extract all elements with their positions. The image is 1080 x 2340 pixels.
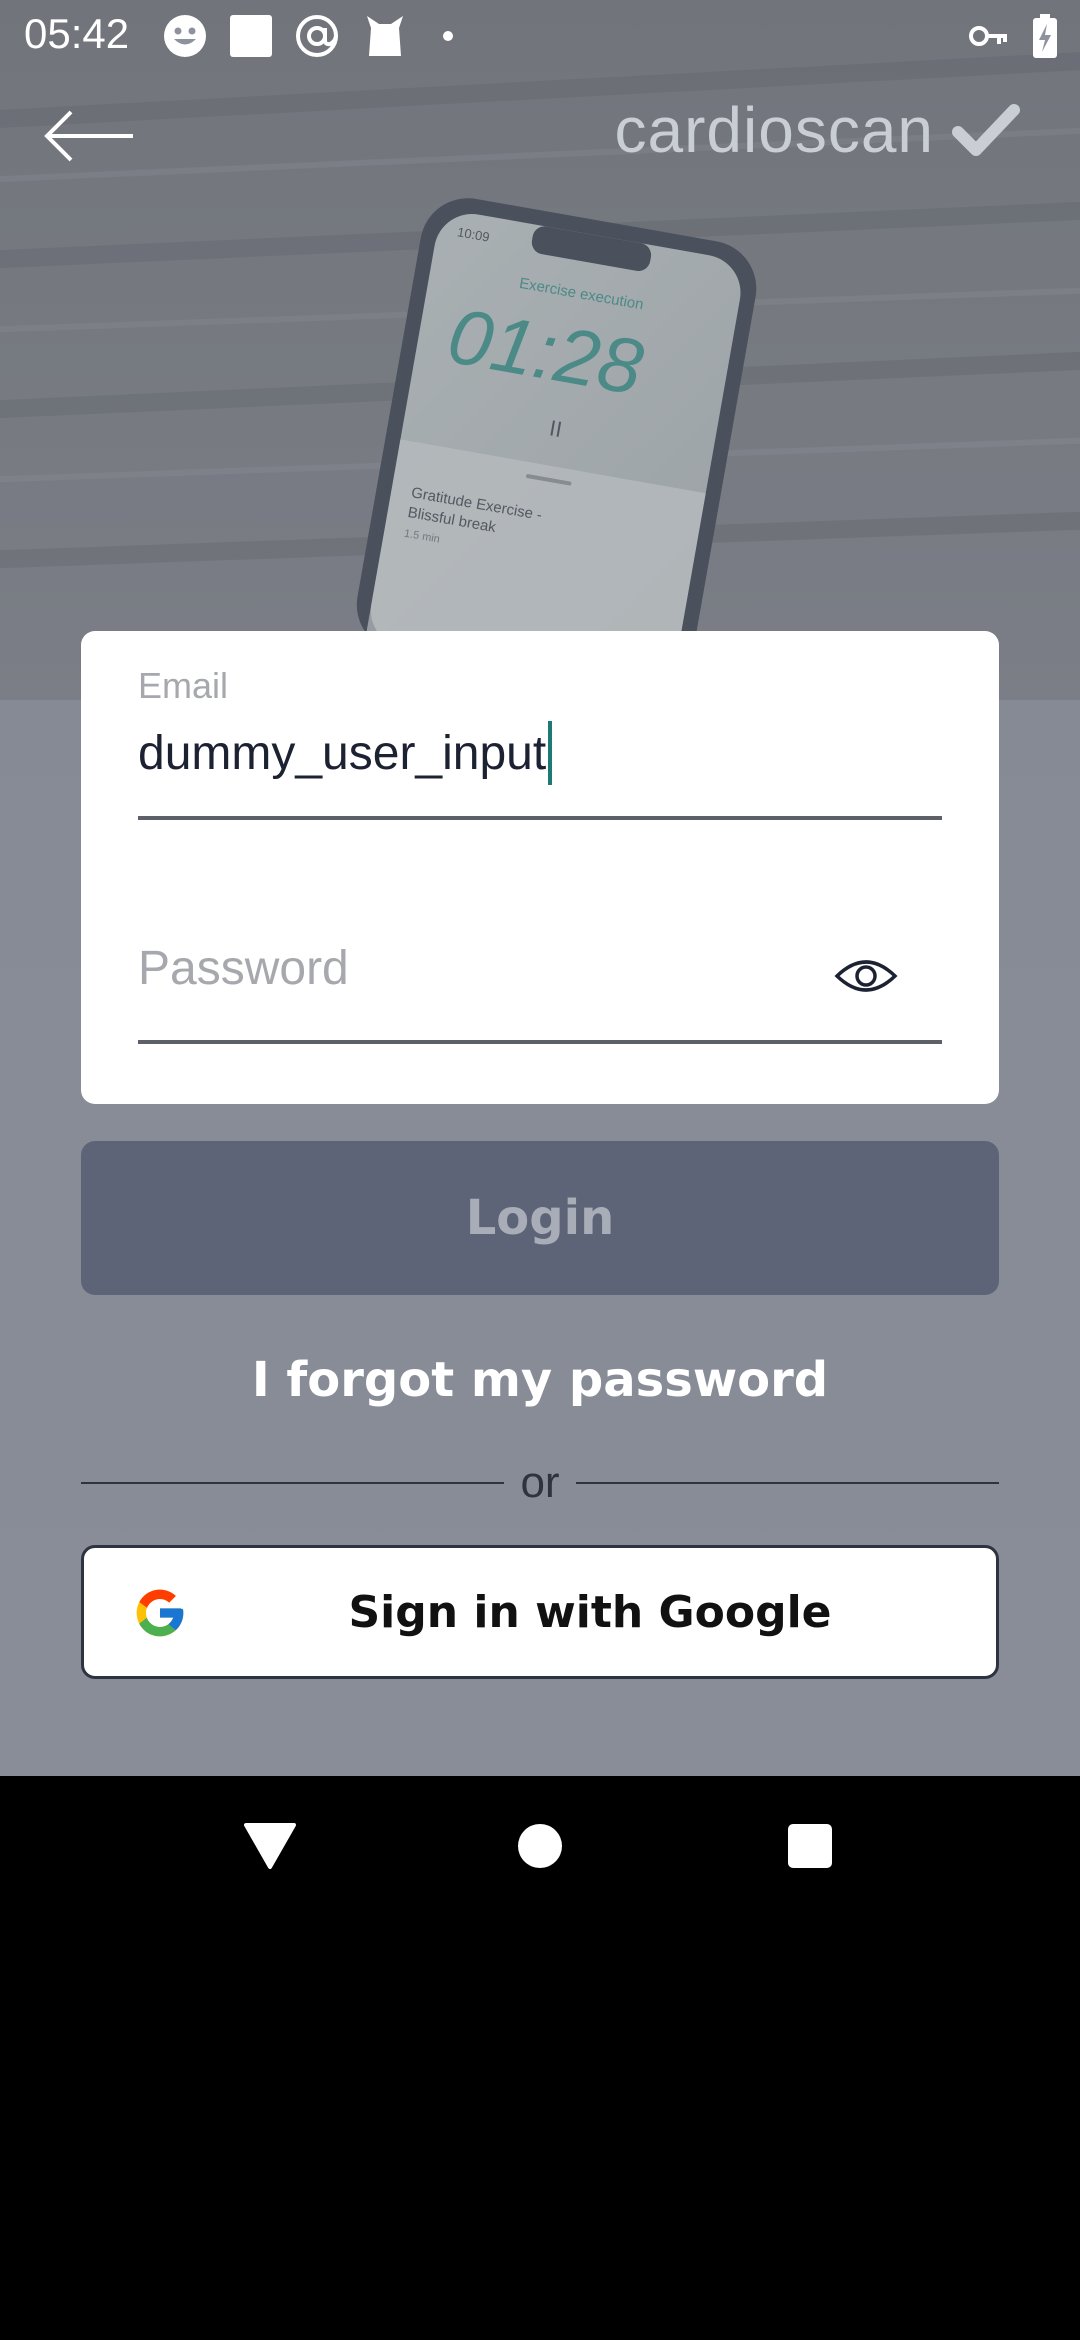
battery-charging-icon [1030,12,1060,60]
triangle-back-icon [244,1823,296,1869]
divider-line-right [575,1482,999,1484]
navigation-bar [0,1776,1080,1916]
nav-back-button[interactable] [230,1806,310,1886]
login-screen: 10:09 Exercise execution 01:28 II Gratit… [0,0,1080,1776]
forgot-password-link[interactable]: I forgot my password [81,1340,999,1420]
show-password-button[interactable] [831,951,901,1001]
email-underline [138,816,942,820]
divider-line-left [81,1482,505,1484]
login-card: Email dummy_user_input Password [81,631,999,1104]
status-time: 05:42 [24,10,130,57]
checkmark-icon [952,104,1020,156]
password-field[interactable]: Password [138,941,349,996]
square-icon [226,12,276,60]
at-icon [290,12,344,60]
text-caret [548,721,553,785]
google-signin-button[interactable]: Sign in with Google [81,1545,999,1679]
brand-logo: cardioscan [614,90,1020,170]
email-value: dummy_user_input [138,726,547,780]
smiley-icon [160,12,210,60]
arrow-left-icon [44,110,133,162]
login-label: Login [465,1190,615,1246]
nav-home-button[interactable] [500,1806,580,1886]
square-recents-icon [788,1824,832,1868]
email-field[interactable]: dummy_user_input [138,721,553,785]
dot-icon [436,12,460,60]
key-icon [964,12,1014,60]
email-label: Email [138,665,229,706]
circle-home-icon [518,1824,562,1868]
back-button[interactable] [34,96,144,176]
divider-text: or [520,1458,560,1507]
or-divider: or [81,1455,999,1511]
status-bar: 05:42 [0,0,1080,72]
google-g-icon [136,1589,184,1637]
cat-icon [360,12,410,60]
google-signin-label: Sign in with Google [348,1586,832,1638]
nav-recents-button[interactable] [770,1806,850,1886]
login-button[interactable]: Login [81,1141,999,1295]
password-underline [138,1040,942,1044]
brand-name: cardioscan [614,94,934,166]
eye-icon [834,960,898,992]
